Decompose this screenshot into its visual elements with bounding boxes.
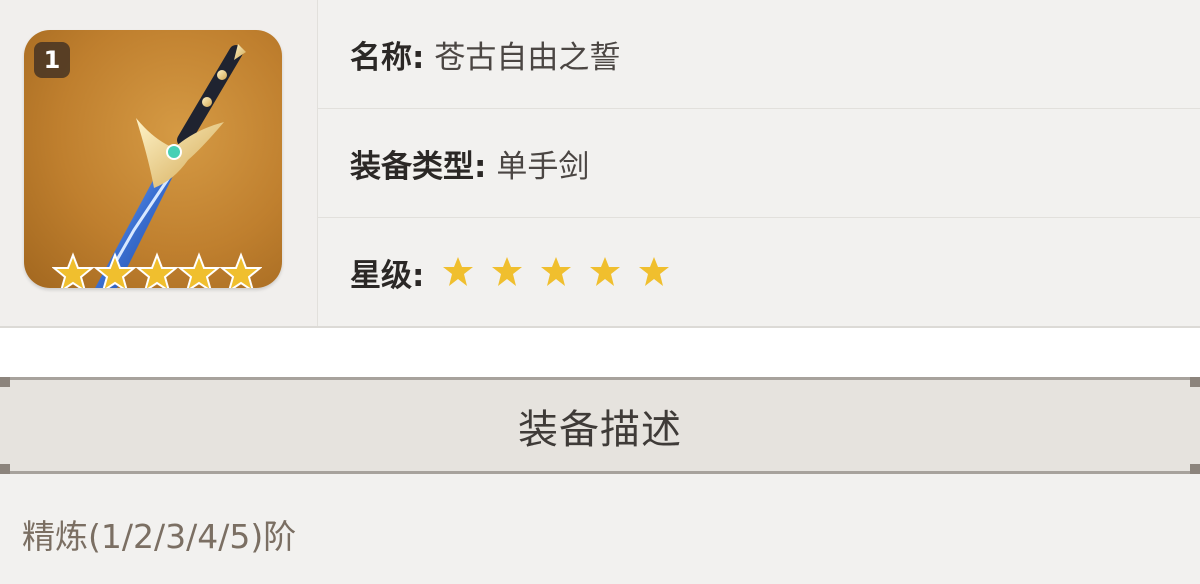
name-value: 苍古自由之誓 xyxy=(434,39,621,76)
star-icon xyxy=(639,257,670,286)
weapon-info-table: 1 名称: 苍古自由之誓 装备类型: 单手剑 星级: xyxy=(0,0,1200,328)
card-star-rating xyxy=(52,252,262,288)
description-text: 精炼(1/2/3/4/5)阶 xyxy=(22,517,297,556)
description-panel: 精炼(1/2/3/4/5)阶 xyxy=(0,474,1200,584)
section-header: 装备描述 xyxy=(0,377,1200,474)
type-value: 单手剑 xyxy=(496,148,590,185)
rarity-row: 星级: xyxy=(318,218,1200,326)
star-icon xyxy=(443,257,474,286)
star-icon xyxy=(177,252,221,288)
name-label: 名称: xyxy=(350,39,425,76)
name-row: 名称: 苍古自由之誓 xyxy=(318,0,1200,109)
corner-decoration xyxy=(1190,377,1200,387)
corner-decoration xyxy=(1190,464,1200,474)
star-icon xyxy=(93,252,137,288)
weapon-card[interactable]: 1 xyxy=(24,30,282,288)
rarity-label: 星级: xyxy=(350,257,425,294)
corner-decoration xyxy=(0,377,10,387)
refine-badge: 1 xyxy=(34,42,70,78)
weapon-icon-cell: 1 xyxy=(0,0,318,326)
star-icon xyxy=(219,252,262,288)
type-label: 装备类型: xyxy=(350,148,487,185)
star-icon xyxy=(590,257,621,286)
rarity-stars xyxy=(440,254,685,290)
star-icon xyxy=(541,257,572,286)
section-title: 装备描述 xyxy=(518,406,682,453)
star-icon xyxy=(492,257,523,286)
star-icon xyxy=(135,252,179,288)
star-icon xyxy=(52,252,95,288)
weapon-attributes: 名称: 苍古自由之誓 装备类型: 单手剑 星级: xyxy=(318,0,1200,326)
weapon-info-page: 1 名称: 苍古自由之誓 装备类型: 单手剑 星级: 装备描述 精炼(1/2/3… xyxy=(0,0,1200,584)
corner-decoration xyxy=(0,464,10,474)
type-row: 装备类型: 单手剑 xyxy=(318,109,1200,218)
